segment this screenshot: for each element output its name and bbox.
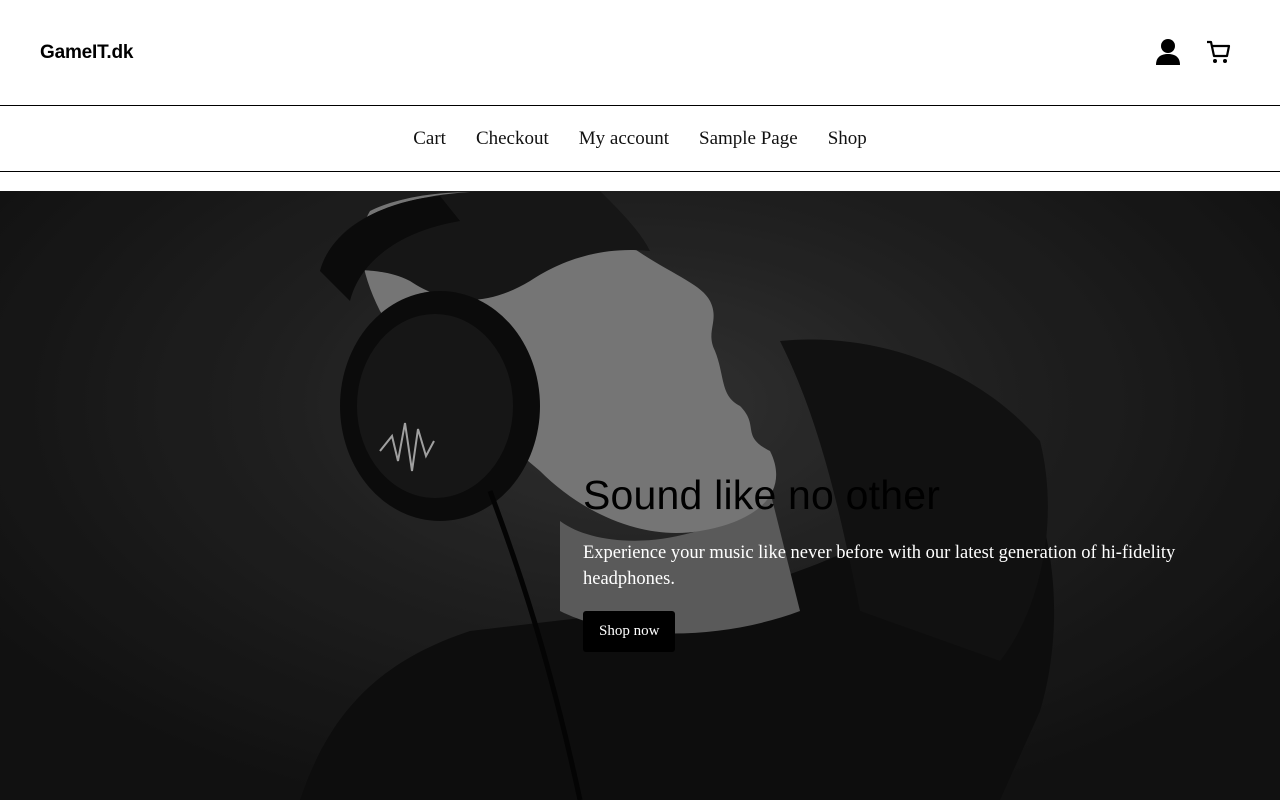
hero-content: Sound like no other Experience your musi… xyxy=(583,472,1183,653)
cart-icon[interactable] xyxy=(1204,38,1232,66)
nav-item-my-account[interactable]: My account xyxy=(579,128,669,149)
nav-item-shop[interactable]: Shop xyxy=(828,128,867,149)
hero-heading: Sound like no other xyxy=(583,472,941,518)
nav-item-cart[interactable]: Cart xyxy=(413,128,446,149)
hero-description: Experience your music like never before … xyxy=(583,543,1176,590)
nav-item-checkout[interactable]: Checkout xyxy=(476,128,549,149)
header-actions xyxy=(1154,38,1232,66)
nav-item-sample-page[interactable]: Sample Page xyxy=(699,128,798,149)
site-title[interactable]: GameIT.dk xyxy=(40,42,133,64)
primary-navigation: Cart Checkout My account Sample Page Sho… xyxy=(0,106,1280,172)
hero-cover: Sound like no other Experience your musi… xyxy=(0,191,1280,800)
shop-now-button[interactable]: Shop now xyxy=(583,611,676,653)
site-header: GameIT.dk xyxy=(0,0,1280,106)
user-icon[interactable] xyxy=(1154,38,1182,66)
